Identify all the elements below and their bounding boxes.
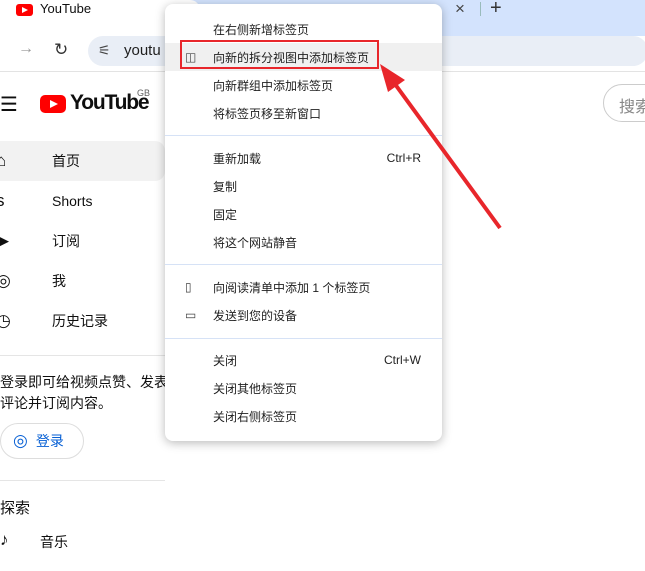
annotation-arrow <box>380 64 502 230</box>
